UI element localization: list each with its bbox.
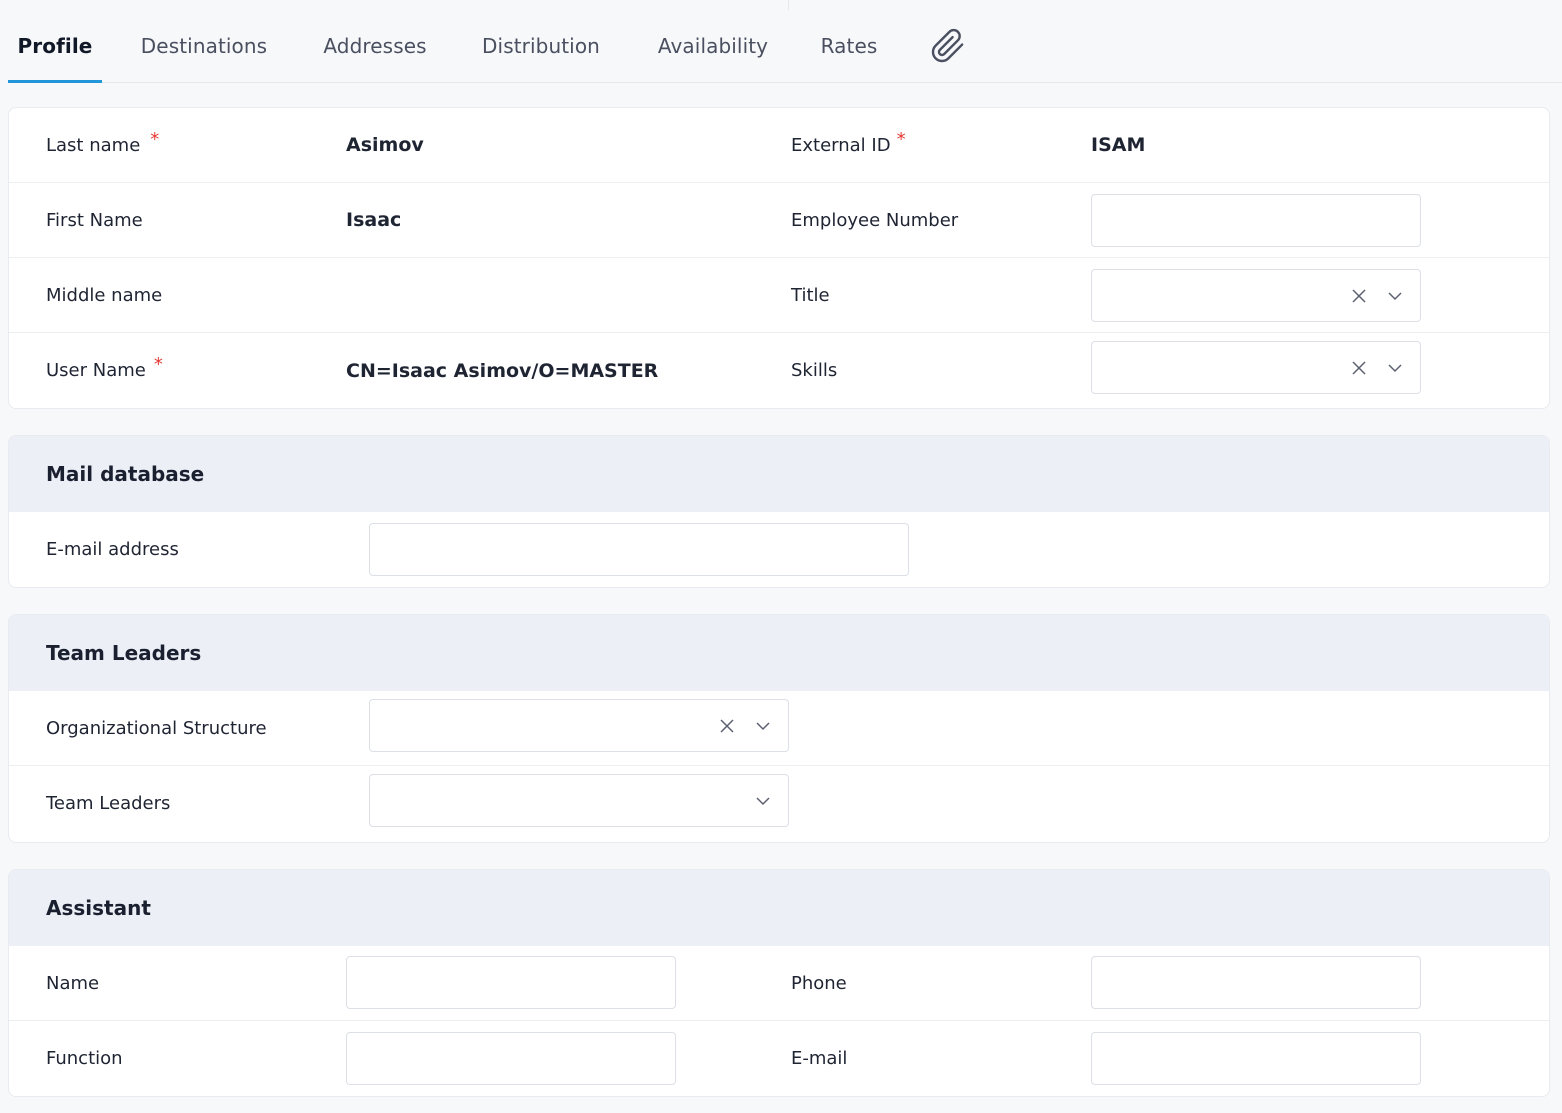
row-first-name: First Name Isaac Employee Number [9,183,1549,258]
select-controls [716,700,774,751]
assistant-name-label: Name [46,972,100,994]
select-controls [1348,270,1406,321]
row-org-structure: Organizational Structure [9,691,1549,766]
email-address-label: E-mail address [46,539,179,560]
assistant-email-label: E-mail [791,1048,848,1069]
chevron-down-icon[interactable] [752,790,774,812]
row-assistant-name: Name Phone [9,946,1549,1021]
team-leaders-card: Team Leaders Organizational Structure Te… [8,614,1550,843]
clear-icon[interactable] [716,715,738,737]
tab-destinations[interactable]: Destinations [126,10,282,82]
email-address-input[interactable] [369,523,909,576]
row-middle-name: Middle name Title [9,258,1549,333]
clear-icon[interactable] [1348,285,1370,307]
last-name-label: Last name * [46,108,159,182]
team-leaders-select[interactable] [369,774,789,827]
org-structure-label: Organizational Structure [46,717,267,739]
row-email-address: E-mail address [9,512,1549,587]
tab-availability[interactable]: Availability [640,10,786,82]
row-team-leaders: Team Leaders [9,766,1549,841]
divider [788,0,789,10]
tab-addresses[interactable]: Addresses [308,10,442,82]
assistant-function-input[interactable] [346,1032,676,1085]
chevron-down-icon[interactable] [752,715,774,737]
profile-card: Last name * Asimov External ID * ISAM Firs… [8,107,1550,409]
select-controls [1348,342,1406,393]
skills-label: Skills [791,360,838,381]
user-name-value: CN=Isaac Asimov/O=MASTER [346,359,659,382]
user-name-label: User Name * [46,333,163,408]
row-user-name: User Name * CN=Isaac Asimov/O=MASTER Skil… [9,333,1549,408]
employee-number-input[interactable] [1091,194,1421,247]
chevron-down-icon[interactable] [1384,357,1406,379]
mail-database-header: Mail database [9,436,1549,512]
mail-database-card: Mail database E-mail address [8,435,1550,588]
middle-name-label: Middle name [46,284,163,306]
chevron-down-icon[interactable] [1384,285,1406,307]
select-controls [752,775,774,826]
last-name-label-text: Last name [46,134,141,156]
paperclip-icon[interactable] [930,28,966,64]
assistant-function-label: Function [46,1048,123,1069]
user-name-label-text: User Name [46,360,146,381]
tab-rates[interactable]: Rates [812,10,886,82]
title-label: Title [791,284,830,306]
first-name-value: Isaac [346,209,402,231]
required-marker: * [150,128,160,150]
title-select[interactable] [1091,269,1421,322]
external-id-label-text: External ID [791,134,891,156]
required-marker: * [153,354,163,375]
assistant-phone-input[interactable] [1091,956,1421,1009]
skills-select[interactable] [1091,341,1421,394]
tab-bar: Profile Destinations Addresses Distribut… [8,0,1562,83]
assistant-email-input[interactable] [1091,1032,1421,1085]
first-name-label: First Name [46,209,143,231]
assistant-name-input[interactable] [346,956,676,1009]
assistant-card: Assistant Name Phone Function E-mail [8,869,1550,1097]
assistant-header: Assistant [9,870,1549,946]
tab-profile[interactable]: Profile [8,10,102,83]
external-id-value: ISAM [1091,134,1146,156]
assistant-phone-label: Phone [791,972,847,994]
row-assistant-function: Function E-mail [9,1021,1549,1096]
last-name-value: Asimov [346,134,424,156]
org-structure-select[interactable] [369,699,789,752]
team-leaders-label: Team Leaders [46,793,171,814]
clear-icon[interactable] [1348,357,1370,379]
required-marker: * [896,128,906,150]
tab-distribution[interactable]: Distribution [468,10,614,82]
row-last-name: Last name * Asimov External ID * ISAM [9,108,1549,183]
external-id-label: External ID * [791,108,906,182]
team-leaders-header: Team Leaders [9,615,1549,691]
employee-number-label: Employee Number [791,209,959,231]
